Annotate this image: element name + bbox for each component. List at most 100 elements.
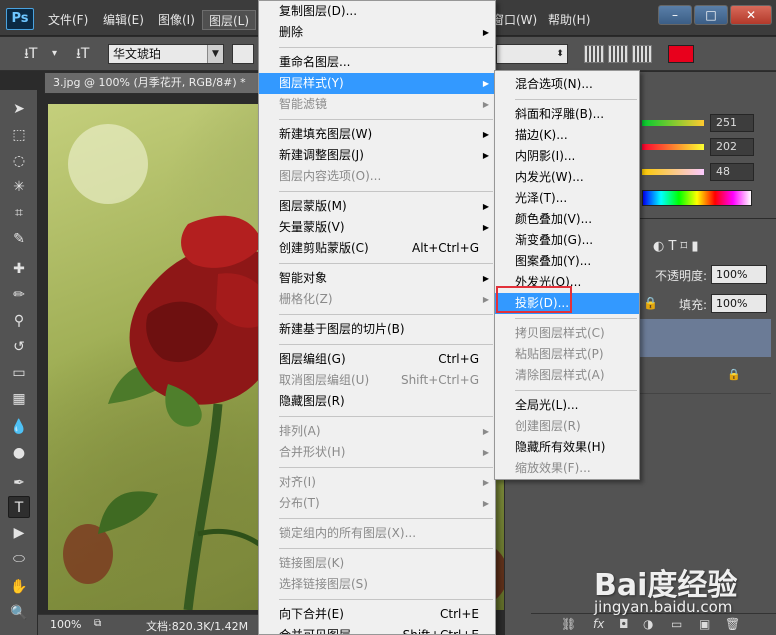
close-button[interactable]: ✕ (730, 5, 772, 25)
magic-wand-tool-icon[interactable]: ✳ (8, 176, 30, 198)
vertical-type-tool-icon[interactable]: T (8, 496, 30, 518)
opacity-input[interactable]: 100% (711, 265, 767, 284)
marquee-tool-icon[interactable]: ⬚ (8, 124, 30, 146)
layer-menu-item-label: 复制图层(D)... (279, 4, 358, 18)
layer-menu-item[interactable]: 重命名图层... (259, 52, 495, 73)
blue-value-field[interactable]: 48 (710, 163, 754, 181)
style-submenu-item[interactable]: 隐藏所有效果(H) (495, 437, 639, 458)
layer-fx-icon[interactable]: fx (593, 617, 604, 631)
ellipse-tool-icon[interactable]: ⬭ (8, 548, 30, 570)
layer-menu-item[interactable]: 图层样式(Y) ▶ (259, 73, 495, 94)
red-slider-track[interactable] (642, 120, 704, 126)
menu-help[interactable]: 帮助(H) (542, 10, 596, 30)
zoom-tool-icon[interactable]: 🔍 (8, 602, 30, 624)
type-tool-icon[interactable]: ⭳T (24, 44, 37, 64)
layer-filter-icons[interactable]: ◐ T ⌑ ▮ (653, 239, 699, 254)
new-group-icon[interactable]: ▭ (671, 617, 682, 631)
menu-separator (515, 318, 637, 319)
layer-menu-item[interactable]: 创建剪贴蒙版(C) Alt+Ctrl+G (259, 238, 495, 259)
document-tab[interactable]: 3.jpg @ 100% (月季花开, RGB/8#) * (44, 72, 260, 94)
tool-preset-chevron-icon[interactable]: ▾ (52, 44, 57, 64)
move-tool-icon[interactable]: ➤ (8, 98, 30, 120)
color-spectrum-ramp[interactable] (642, 190, 752, 206)
eyedropper-tool-icon[interactable]: ✎ (8, 228, 30, 250)
style-submenu-item[interactable]: 图案叠加(Y)... (495, 251, 639, 272)
text-color-swatch[interactable] (668, 45, 694, 63)
font-family-value: 华文琥珀 (113, 47, 162, 61)
zoom-level[interactable]: 100% (50, 618, 81, 631)
history-brush-tool-icon[interactable]: ↺ (8, 336, 30, 358)
style-submenu-item[interactable]: 斜面和浮雕(B)... (495, 104, 639, 125)
style-submenu-item[interactable]: 全局光(L)... (495, 395, 639, 416)
style-submenu-item[interactable]: 颜色叠加(V)... (495, 209, 639, 230)
menu-image[interactable]: 图像(I) (152, 10, 201, 30)
style-submenu-item[interactable]: 内阴影(I)... (495, 146, 639, 167)
align-center-button[interactable] (608, 45, 628, 63)
submenu-arrow-icon: ▶ (482, 28, 489, 37)
adjustment-layer-icon[interactable]: ◑ (643, 617, 653, 631)
style-submenu-item[interactable]: 内发光(W)... (495, 167, 639, 188)
layer-menu-item[interactable]: 复制图层(D)... (259, 1, 495, 22)
layer-menu-item[interactable]: 矢量蒙版(V) ▶ (259, 217, 495, 238)
style-submenu-item-label: 清除图层样式(A) (515, 368, 605, 382)
maximize-button[interactable]: □ (694, 5, 728, 25)
layer-menu-item[interactable]: 新建基于图层的切片(B) (259, 319, 495, 340)
align-right-button[interactable] (632, 45, 652, 63)
align-left-button[interactable] (584, 45, 604, 63)
lasso-tool-icon[interactable]: ◌ (8, 150, 30, 172)
highlight-box (496, 286, 572, 313)
brush-tool-icon[interactable]: ✏ (8, 284, 30, 306)
layer-menu-item: 取消图层编组(U) Shift+Ctrl+G (259, 370, 495, 391)
dodge-tool-icon[interactable]: ● (8, 442, 30, 464)
layer-menu-item[interactable]: 合并可见图层 Shift+Ctrl+E (259, 625, 495, 634)
healing-brush-tool-icon[interactable]: ✚ (8, 258, 30, 280)
layer-menu-item-label: 图层蒙版(M) (279, 199, 347, 213)
fill-input[interactable]: 100% (711, 294, 767, 313)
layer-menu-item[interactable]: 新建填充图层(W) ▶ (259, 124, 495, 145)
link-layers-icon[interactable]: ⛓ (561, 617, 576, 631)
style-submenu-item[interactable]: 混合选项(N)... (495, 74, 639, 95)
layer-menu-item: 栅格化(Z) ▶ (259, 289, 495, 310)
font-style-select[interactable] (232, 44, 254, 64)
layer-menu-item[interactable]: 新建调整图层(J) ▶ (259, 145, 495, 166)
layer-menu-item[interactable]: 图层蒙版(M) ▶ (259, 196, 495, 217)
menu-file[interactable]: 文件(F) (42, 10, 94, 30)
gradient-tool-icon[interactable]: ▦ (8, 388, 30, 410)
style-submenu-item[interactable]: 渐变叠加(G)... (495, 230, 639, 251)
menu-layer[interactable]: 图层(L) (202, 10, 257, 30)
layer-menu-item[interactable]: 删除 ▶ (259, 22, 495, 43)
clone-stamp-tool-icon[interactable]: ⚲ (8, 310, 30, 332)
style-submenu-item-label: 描边(K)... (515, 128, 568, 142)
style-submenu-item[interactable]: 描边(K)... (495, 125, 639, 146)
style-submenu-item-label: 颜色叠加(V)... (515, 212, 593, 226)
crop-tool-icon[interactable]: ⌗ (8, 202, 30, 224)
green-slider-track[interactable] (642, 144, 704, 150)
anti-alias-select[interactable]: ⬍ (496, 44, 568, 64)
style-submenu-item: 拷贝图层样式(C) (495, 323, 639, 344)
trash-icon[interactable]: 🗑 (725, 617, 740, 631)
eraser-tool-icon[interactable]: ▭ (8, 362, 30, 384)
red-value-field[interactable]: 251 (710, 114, 754, 132)
add-mask-icon[interactable]: ◘ (619, 617, 629, 631)
lock-icon[interactable]: 🔒 (643, 296, 658, 310)
font-family-select[interactable]: 华文琥珀 ▼ (108, 44, 224, 64)
doc-size-info[interactable]: 文档:820.3K/1.42M (146, 618, 248, 634)
blur-tool-icon[interactable]: 💧 (8, 416, 30, 438)
chevron-updown-icon: ⬍ (556, 49, 564, 59)
layer-menu-item[interactable]: 隐藏图层(R) (259, 391, 495, 412)
minimize-button[interactable]: – (658, 5, 692, 25)
toggle-orientation-icon[interactable]: ⭳T (76, 44, 89, 64)
menu-separator (279, 263, 493, 264)
menu-edit[interactable]: 编辑(E) (97, 10, 150, 30)
blue-slider-track[interactable] (642, 169, 704, 175)
new-layer-icon[interactable]: ▣ (699, 617, 710, 631)
style-submenu-item[interactable]: 光泽(T)... (495, 188, 639, 209)
hand-tool-icon[interactable]: ✋ (8, 576, 30, 598)
layer-menu-item[interactable]: 图层编组(G) Ctrl+G (259, 349, 495, 370)
layer-menu-item[interactable]: 向下合并(E) Ctrl+E (259, 604, 495, 625)
green-value-field[interactable]: 202 (710, 138, 754, 156)
layer-menu-item-label: 取消图层编组(U) (279, 373, 370, 387)
layer-menu-item[interactable]: 智能对象 ▶ (259, 268, 495, 289)
path-selection-tool-icon[interactable]: ▶ (8, 522, 30, 544)
pen-tool-icon[interactable]: ✒ (8, 472, 30, 494)
